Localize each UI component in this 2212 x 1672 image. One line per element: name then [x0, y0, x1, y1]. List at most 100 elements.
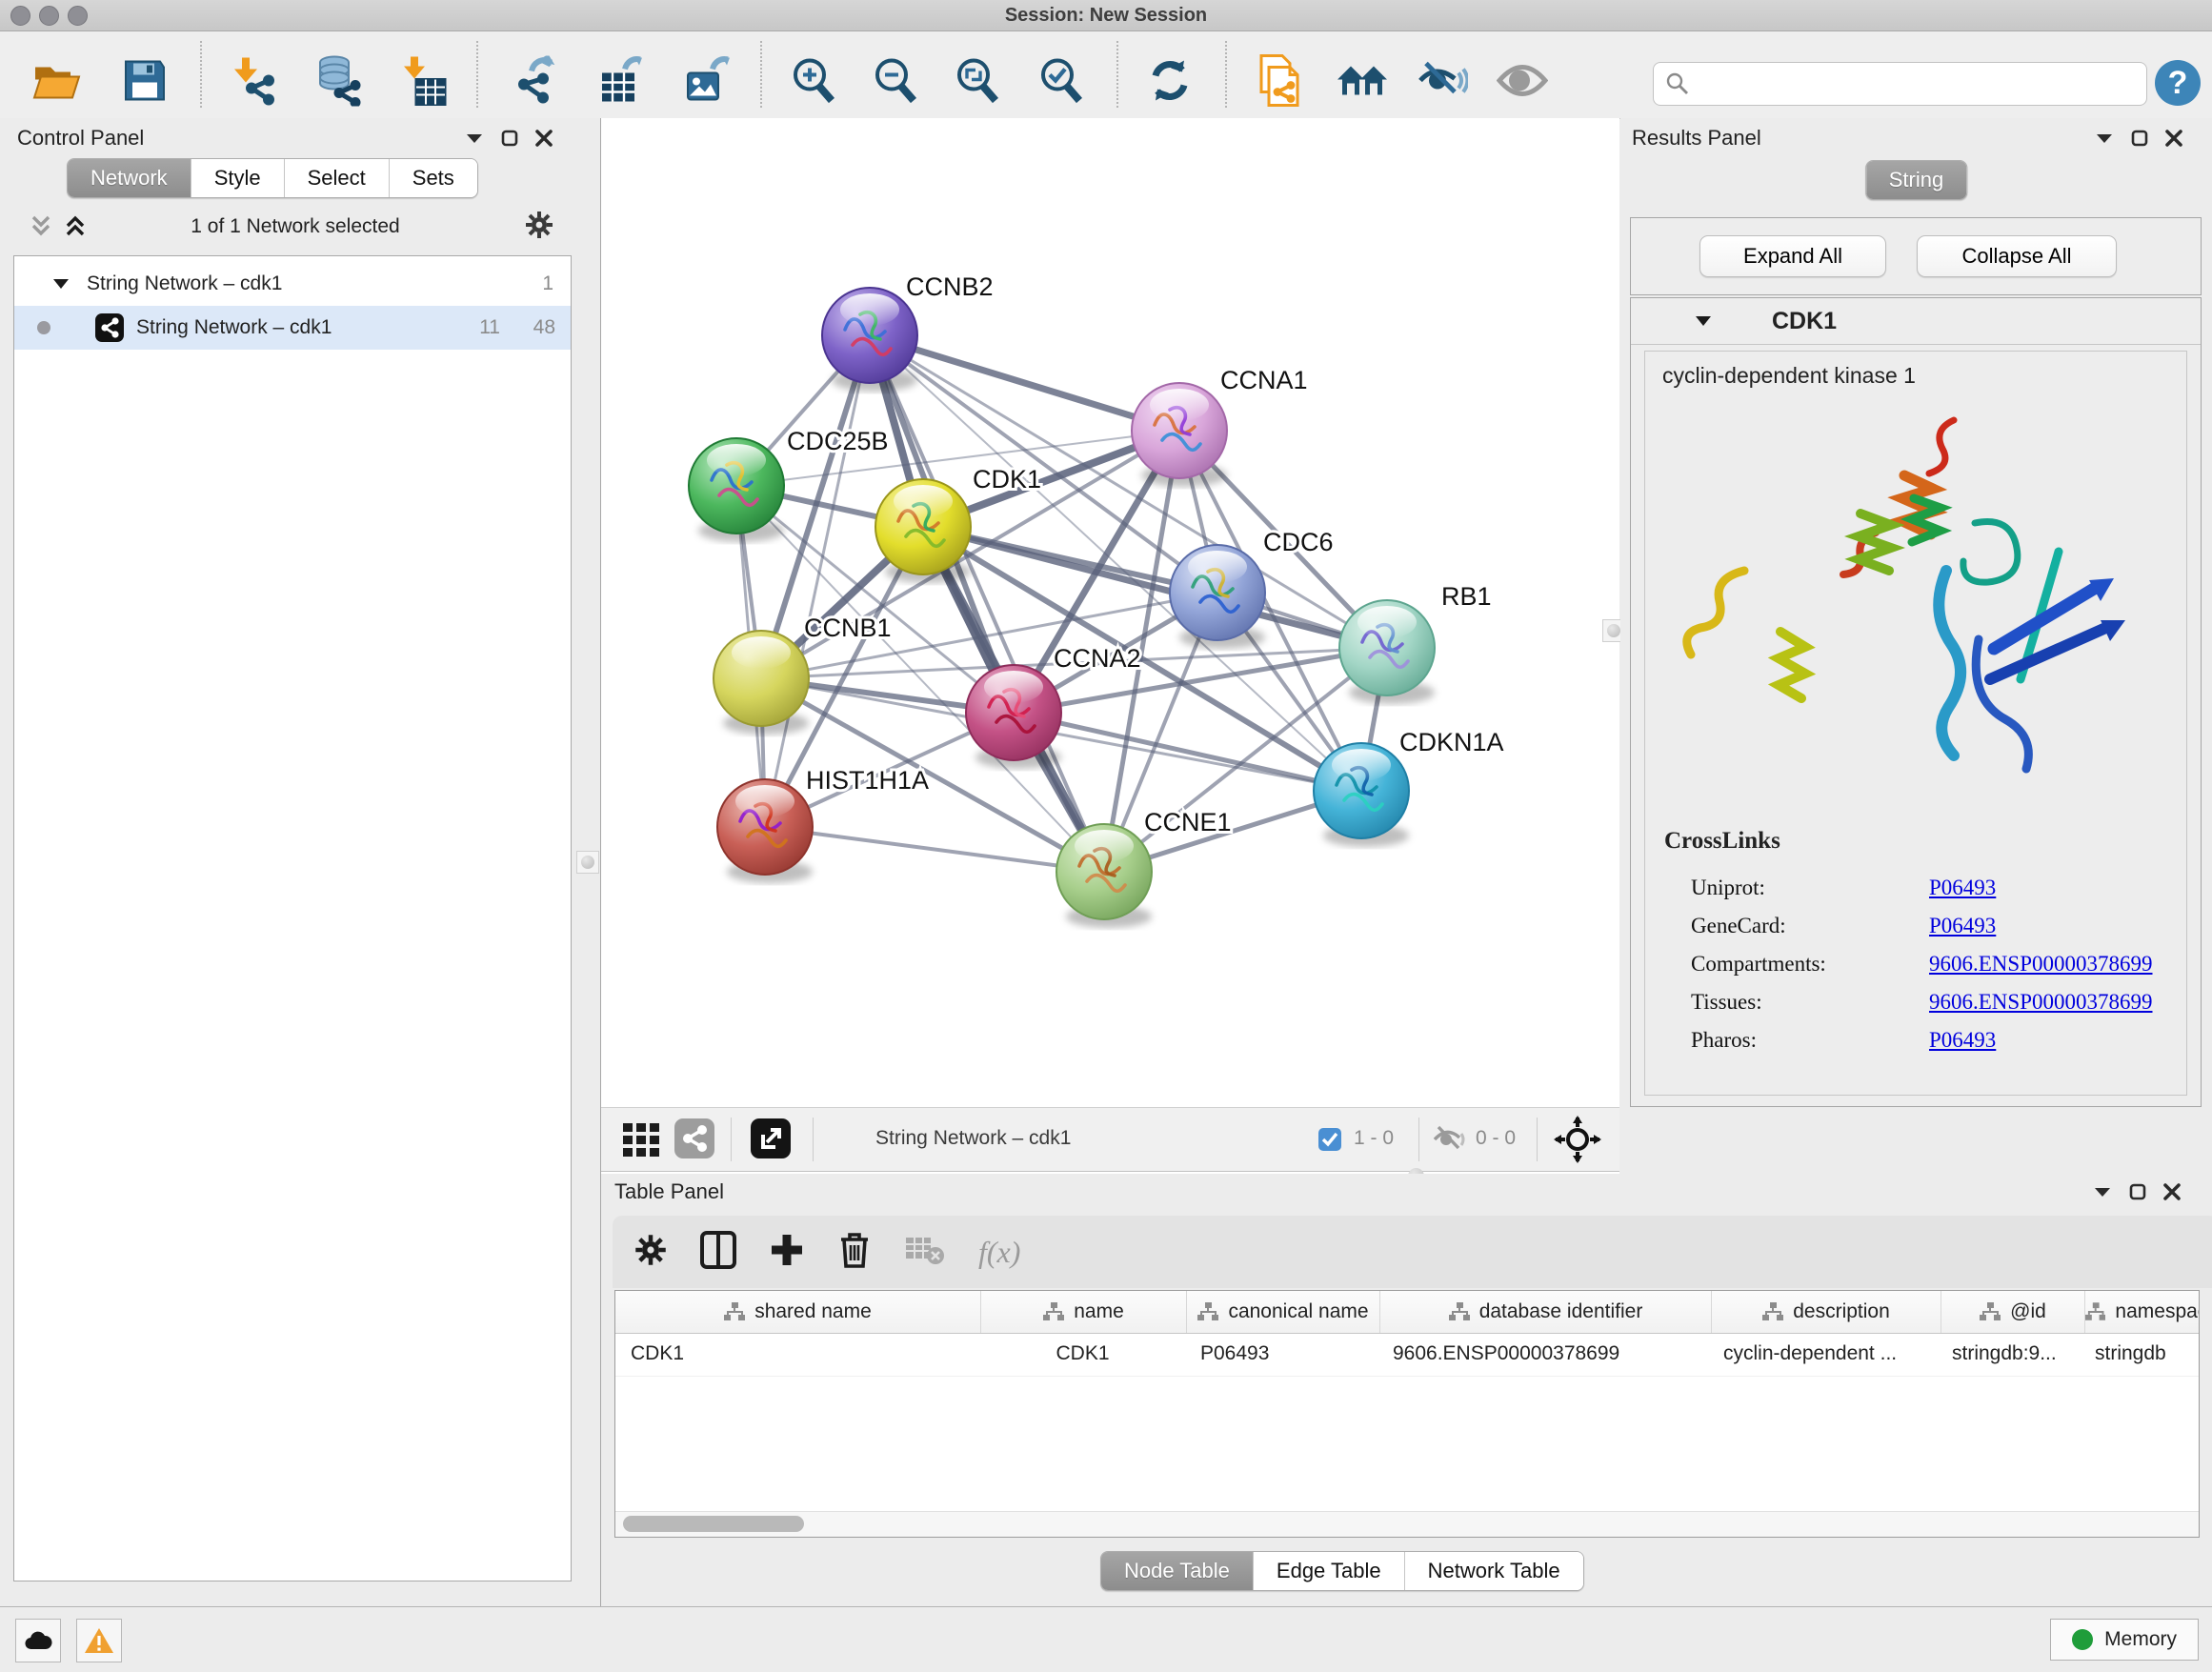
close-panel-icon[interactable]: [2163, 1183, 2181, 1200]
edge-HIST1H1A-CCNE1[interactable]: [765, 827, 1104, 872]
tab-style[interactable]: Style: [191, 159, 285, 197]
cloud-status-button[interactable]: [15, 1619, 61, 1662]
import-table-from-file-button[interactable]: [401, 55, 449, 111]
column-header-namespace[interactable]: namespace: [2085, 1291, 2200, 1333]
node-HIST1H1A[interactable]: HIST1H1A: [717, 766, 929, 883]
column-header-canonical-name[interactable]: canonical name: [1187, 1291, 1380, 1333]
network-collection-row[interactable]: String Network – cdk1 1: [14, 262, 571, 306]
show-graphics-details-eye-icon[interactable]: [1497, 62, 1548, 105]
add-column-icon[interactable]: [769, 1232, 805, 1273]
crosslink-value-link[interactable]: P06493: [1929, 1028, 1996, 1053]
import-network-from-database-button[interactable]: [313, 55, 365, 111]
table-row[interactable]: CDK1CDK1P064939606.ENSP00000378699cyclin…: [615, 1334, 2199, 1377]
delete-column-trash-icon[interactable]: [837, 1231, 872, 1274]
tab-network-table[interactable]: Network Table: [1405, 1552, 1583, 1590]
toolbar-separator: [760, 41, 762, 108]
refresh-view-button[interactable]: [1146, 57, 1194, 110]
gene-header-row[interactable]: CDK1: [1631, 298, 2201, 345]
column-header-shared-name[interactable]: shared name: [615, 1291, 981, 1333]
network-row-selected[interactable]: String Network – cdk1 11 48: [14, 306, 571, 350]
search-box[interactable]: [1653, 62, 2147, 106]
table-cell: stringdb: [2080, 1334, 2200, 1376]
export-table-button[interactable]: [596, 56, 646, 111]
panel-menu-icon[interactable]: [465, 131, 484, 145]
tab-sets[interactable]: Sets: [390, 159, 477, 197]
network-options-gear-icon[interactable]: [524, 210, 554, 245]
node-CDK1[interactable]: CDK1: [875, 465, 1041, 583]
float-panel-icon[interactable]: [501, 130, 518, 147]
table-settings-gear-icon[interactable]: [633, 1233, 668, 1272]
crosslink-row: Compartments:9606.ENSP00000378699: [1691, 952, 2186, 977]
node-CDKN1A[interactable]: CDKN1A: [1314, 728, 1504, 847]
tab-node-table[interactable]: Node Table: [1101, 1552, 1254, 1590]
edge-CCNA2-CDKN1A[interactable]: [1014, 713, 1361, 791]
edge-CCNB2-CCNA1[interactable]: [870, 335, 1179, 431]
memory-button[interactable]: Memory: [2050, 1619, 2199, 1661]
crosslink-value-link[interactable]: P06493: [1929, 914, 1996, 938]
node-label-RB1: RB1: [1441, 582, 1492, 611]
crosslink-value-link[interactable]: P06493: [1929, 876, 1996, 900]
column-header-database-identifier[interactable]: database identifier: [1380, 1291, 1712, 1333]
function-builder-icon[interactable]: f(x): [978, 1235, 1020, 1270]
open-session-button[interactable]: [31, 58, 83, 109]
collapse-all-chevron-icon[interactable]: [29, 213, 53, 243]
tab-network[interactable]: Network: [68, 159, 191, 197]
node-label-CCNA1: CCNA1: [1220, 366, 1308, 394]
crosslink-value-link[interactable]: 9606.ENSP00000378699: [1929, 952, 2153, 977]
home-button[interactable]: [1336, 59, 1389, 108]
close-window-button[interactable]: [10, 6, 30, 26]
search-input[interactable]: [1690, 72, 2103, 96]
zoom-out-button[interactable]: [872, 57, 919, 110]
expand-all-button[interactable]: Expand All: [1699, 235, 1886, 277]
disclosure-triangle-icon[interactable]: [52, 277, 70, 291]
gene-disclosure-icon[interactable]: [1694, 314, 1713, 328]
node-RB1[interactable]: RB1: [1339, 582, 1492, 704]
close-panel-icon[interactable]: [535, 130, 553, 147]
export-network-button[interactable]: [511, 56, 560, 111]
scrollbar-thumb[interactable]: [623, 1516, 804, 1532]
node-CDC25B[interactable]: CDC25B: [689, 427, 889, 542]
import-network-from-file-button[interactable]: [231, 56, 280, 111]
left-divider-handle[interactable]: [576, 851, 599, 874]
hide-selected-eye-icon[interactable]: [1417, 60, 1468, 107]
column-header-name[interactable]: name: [981, 1291, 1187, 1333]
save-session-button[interactable]: [122, 58, 168, 109]
open-in-external-icon[interactable]: [750, 1118, 792, 1164]
minimize-window-button[interactable]: [39, 6, 59, 26]
close-panel-icon[interactable]: [2165, 130, 2182, 147]
expand-all-chevron-icon[interactable]: [63, 213, 88, 243]
zoom-in-button[interactable]: [790, 57, 837, 110]
network-share-icon[interactable]: [674, 1118, 715, 1164]
node-table[interactable]: shared namenamecanonical namedatabase id…: [614, 1290, 2200, 1538]
table-horizontal-scrollbar[interactable]: [615, 1511, 2199, 1537]
search-icon: [1665, 71, 1690, 96]
grid-view-icon[interactable]: [622, 1119, 662, 1164]
warnings-button[interactable]: [76, 1619, 122, 1662]
float-panel-icon[interactable]: [2131, 130, 2148, 147]
tab-string[interactable]: String: [1866, 161, 1966, 199]
delete-table-icon[interactable]: [904, 1234, 946, 1271]
column-header-description[interactable]: description: [1712, 1291, 1941, 1333]
birds-eye-view-icon[interactable]: [1554, 1116, 1601, 1168]
zoom-fit-button[interactable]: [954, 57, 1001, 110]
network-canvas[interactable]: CCNB2CCNA1CDC25BCDK1CDC6RB1CCNB1CCNA2CDK…: [601, 118, 1619, 1107]
show-columns-icon[interactable]: [700, 1231, 736, 1274]
tab-edge-table[interactable]: Edge Table: [1254, 1552, 1405, 1590]
float-panel-icon[interactable]: [2129, 1183, 2146, 1200]
hidden-eye-slash-icon[interactable]: [1432, 1125, 1468, 1158]
crosslink-value-link[interactable]: 9606.ENSP00000378699: [1929, 990, 2153, 1015]
panel-menu-icon[interactable]: [2095, 131, 2114, 145]
help-button[interactable]: ?: [2155, 60, 2201, 106]
network-view[interactable]: CCNB2CCNA1CDC25BCDK1CDC6RB1CCNB1CCNA2CDK…: [601, 118, 1619, 1174]
tab-select[interactable]: Select: [285, 159, 390, 197]
node-CCNA1[interactable]: CCNA1: [1132, 366, 1308, 487]
zoom-window-button[interactable]: [68, 6, 88, 26]
panel-menu-icon[interactable]: [2093, 1185, 2112, 1199]
zoom-selected-button[interactable]: [1037, 57, 1085, 110]
collapse-all-button[interactable]: Collapse All: [1917, 235, 2117, 277]
column-header--id[interactable]: @id: [1941, 1291, 2085, 1333]
selected-checkbox-icon[interactable]: [1317, 1127, 1342, 1157]
node-CCNB2[interactable]: CCNB2: [822, 272, 994, 392]
clone-network-button[interactable]: [1254, 54, 1303, 112]
export-image-button[interactable]: [682, 56, 732, 111]
